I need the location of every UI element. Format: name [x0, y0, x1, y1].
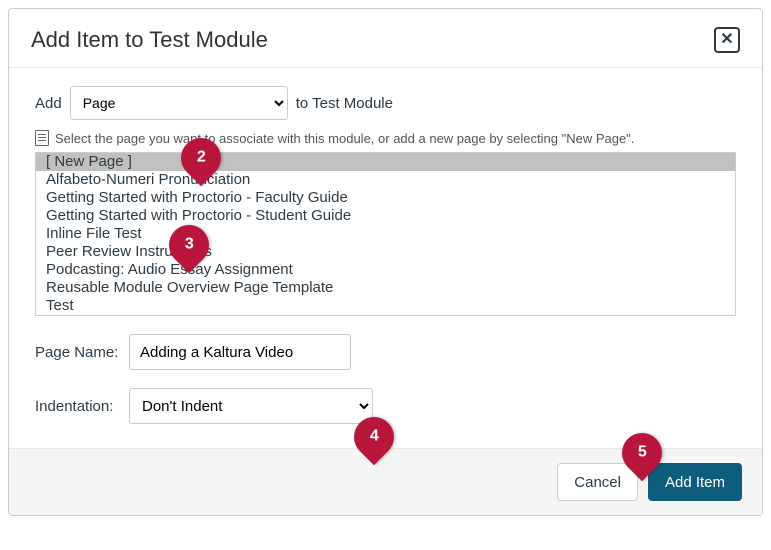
- add-suffix-label: to Test Module: [296, 95, 393, 112]
- list-item[interactable]: [ New Page ]: [36, 153, 735, 171]
- list-item[interactable]: Getting Started with Proctorio - Student…: [36, 207, 735, 225]
- page-name-input[interactable]: [129, 334, 351, 370]
- list-item[interactable]: Podcasting: Audio Essay Assignment: [36, 261, 735, 279]
- page-name-label: Page Name:: [35, 344, 121, 361]
- modal-title: Add Item to Test Module: [31, 27, 268, 53]
- helper-text: Select the page you want to associate wi…: [55, 131, 634, 146]
- list-item[interactable]: Inline File Test: [36, 225, 735, 243]
- close-icon: ✕: [720, 32, 733, 48]
- modal-body: Add Page to Test Module Select the page …: [9, 68, 762, 448]
- modal-header: Add Item to Test Module ✕: [9, 9, 762, 68]
- list-item[interactable]: Peer Review Instructions: [36, 243, 735, 261]
- close-button[interactable]: ✕: [714, 27, 740, 53]
- page-list[interactable]: [ New Page ] Alfabeto-Numeri Pronunciati…: [35, 152, 736, 316]
- list-item[interactable]: Test: [36, 297, 735, 315]
- cancel-button[interactable]: Cancel: [557, 463, 638, 501]
- indentation-row: Indentation: Don't Indent: [35, 388, 736, 424]
- indentation-select[interactable]: Don't Indent: [129, 388, 373, 424]
- list-item[interactable]: Alfabeto-Numeri Pronunciation: [36, 171, 735, 189]
- add-item-modal: Add Item to Test Module ✕ Add Page to Te…: [8, 8, 763, 516]
- helper-row: Select the page you want to associate wi…: [35, 130, 736, 146]
- indentation-label: Indentation:: [35, 398, 121, 415]
- list-item[interactable]: Getting Started with Proctorio - Faculty…: [36, 189, 735, 207]
- add-item-button[interactable]: Add Item: [648, 463, 742, 501]
- item-type-select[interactable]: Page: [70, 86, 288, 120]
- page-name-row: Page Name:: [35, 334, 736, 370]
- modal-footer: 5 Cancel Add Item: [9, 448, 762, 515]
- add-prefix-label: Add: [35, 95, 62, 112]
- document-icon: [35, 130, 49, 146]
- list-item[interactable]: Reusable Module Overview Page Template: [36, 279, 735, 297]
- add-type-row: Add Page to Test Module: [35, 86, 736, 120]
